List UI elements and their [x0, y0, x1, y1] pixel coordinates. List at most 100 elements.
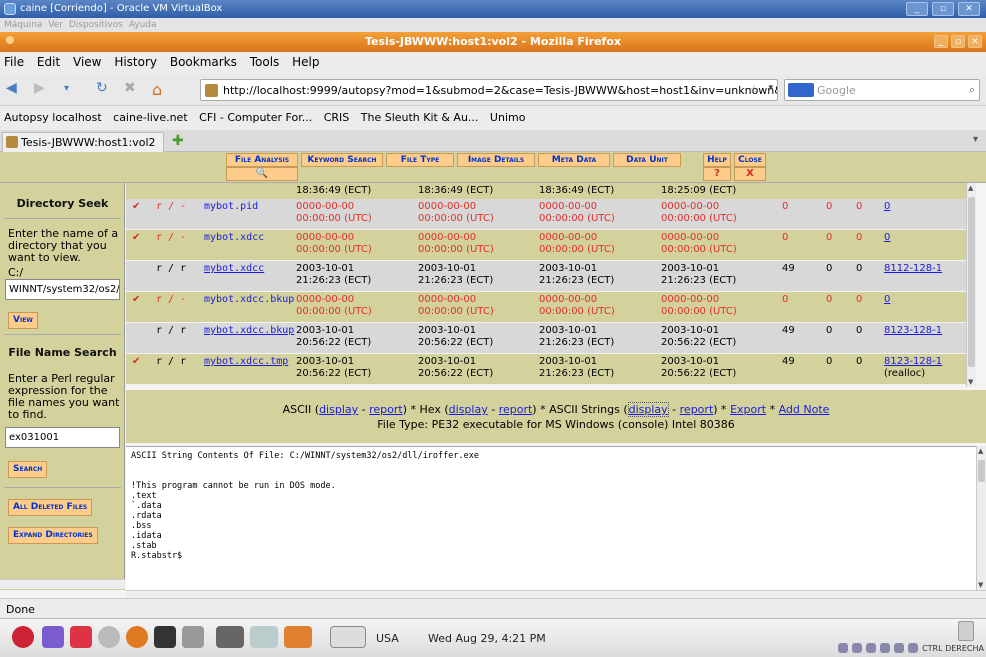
menu-view[interactable]: View — [73, 55, 101, 69]
view-button[interactable]: View — [8, 312, 38, 329]
scroll-down-icon[interactable]: ▼ — [978, 581, 983, 589]
workspace-switcher[interactable] — [330, 626, 366, 648]
table-row[interactable]: r / r mybot.xdcc 2003-10-01 21:26:23 (ECT) 2… — [126, 261, 976, 291]
table-row[interactable]: ✔ r / - mybot.pid 0000-00-00 00:00:00 (UTC) 0… — [126, 199, 976, 229]
help-icon[interactable]: ? — [703, 167, 731, 181]
export-link[interactable]: Export — [730, 403, 766, 416]
scroll-thumb[interactable] — [968, 197, 975, 367]
row-meta[interactable]: 0 — [884, 232, 890, 244]
ascii-report-link[interactable]: report — [369, 403, 403, 416]
row-name[interactable]: mybot.pid — [204, 201, 258, 213]
maximize-icon[interactable]: ▫ — [932, 2, 954, 16]
launcher-icon[interactable] — [126, 626, 148, 648]
bookmark-star-icon[interactable]: ☆ — [749, 83, 759, 96]
menu-bookmarks[interactable]: Bookmarks — [170, 55, 237, 69]
table-row[interactable]: ✔ r / - mybot.xdcc.bkup 0000-00-00 00:00:00 … — [126, 292, 976, 322]
strings-report-link[interactable]: report — [680, 403, 714, 416]
forward-icon[interactable]: ▶ — [34, 80, 45, 100]
close-icon[interactable]: ✕ — [968, 35, 982, 48]
minimize-icon[interactable]: _ — [934, 35, 948, 48]
tab-list-icon[interactable]: ▾ — [973, 134, 978, 145]
content-scrollbar[interactable]: ▲ ▼ — [976, 446, 986, 590]
trash-icon[interactable] — [958, 621, 974, 641]
add-note-link[interactable]: Add Note — [779, 403, 830, 416]
menu-tools[interactable]: Tools — [250, 55, 280, 69]
row-name[interactable]: mybot.xdcc — [204, 263, 264, 275]
taskbar-window-button[interactable] — [284, 626, 312, 648]
strings-display-link[interactable]: display — [627, 402, 669, 417]
stop-icon[interactable]: ✖ — [124, 80, 136, 100]
menu-help[interactable]: Help — [292, 55, 319, 69]
maximize-icon[interactable]: ▫ — [951, 35, 965, 48]
terminal-icon[interactable] — [154, 626, 176, 648]
data-unit-button[interactable]: Data Unit — [613, 153, 681, 167]
scroll-up-icon[interactable]: ▲ — [978, 447, 983, 455]
close-x-icon[interactable]: X — [734, 167, 766, 181]
launcher-icon[interactable] — [98, 626, 120, 648]
row-name[interactable]: mybot.xdcc.bkup — [204, 325, 294, 337]
keyboard-layout[interactable]: USA — [376, 632, 399, 645]
back-icon[interactable]: ◀ — [6, 80, 17, 100]
search-button[interactable]: Search — [8, 461, 48, 478]
row-meta[interactable]: 8112-128-1 — [884, 263, 942, 275]
menu-history[interactable]: History — [114, 55, 157, 69]
url-dropdown-icon[interactable]: ▾ — [768, 83, 773, 93]
bookmark-cris[interactable]: CRIS — [324, 111, 350, 124]
row-name[interactable]: mybot.xdcc — [204, 232, 264, 244]
history-dropdown-icon[interactable]: ▾ — [64, 83, 69, 103]
bookmark-cfi[interactable]: CFI - Computer For... — [199, 111, 312, 124]
search-engine-icon[interactable] — [788, 83, 814, 97]
hex-report-link[interactable]: report — [499, 403, 533, 416]
expand-directories-button[interactable]: Expand Directories — [8, 527, 98, 544]
directory-input[interactable]: WINNT/system32/os2/dll — [5, 279, 120, 300]
home-icon[interactable]: ⌂ — [152, 80, 162, 100]
table-row[interactable]: 18:36:49 (ECT) 18:36:49 (ECT) 18:36:49 (… — [126, 183, 976, 199]
table-row[interactable]: ✔ r / - mybot.xdcc 0000-00-00 00:00:00 (UTC)… — [126, 230, 976, 260]
row-meta[interactable]: 0 — [884, 294, 890, 306]
close-icon[interactable]: ✕ — [958, 2, 980, 16]
bookmark-caine[interactable]: caine-live.net — [113, 111, 188, 124]
row-meta[interactable]: 8123-128-1 — [884, 325, 942, 337]
new-tab-icon[interactable]: ✚ — [172, 133, 184, 149]
ascii-display-link[interactable]: display — [319, 403, 358, 416]
file-type-button[interactable]: File Type — [386, 153, 454, 167]
reload-icon[interactable]: ↻ — [96, 80, 108, 100]
bookmark-unimo[interactable]: Unimo — [490, 111, 526, 124]
virtualbox-menu[interactable]: Máquina Ver Dispositivos Ayuda — [0, 18, 986, 32]
launcher-icon[interactable] — [70, 626, 92, 648]
sidebar-horizontal-scrollbar[interactable] — [0, 579, 125, 589]
clock[interactable]: Wed Aug 29, 4:21 PM — [428, 632, 546, 645]
help-button[interactable]: Help — [703, 153, 731, 167]
url-bar[interactable]: http://localhost:9999/autopsy?mod=1&subm… — [200, 79, 778, 101]
image-details-button[interactable]: Image Details — [457, 153, 535, 167]
row-meta[interactable]: 0 — [884, 201, 890, 213]
bookmark-autopsy[interactable]: Autopsy localhost — [4, 111, 102, 124]
scroll-thumb[interactable] — [978, 460, 985, 482]
row-meta[interactable]: 8123-128-1 — [884, 356, 942, 368]
all-deleted-files-button[interactable]: All Deleted Files — [8, 499, 93, 516]
menu-edit[interactable]: Edit — [37, 55, 60, 69]
menu-file[interactable]: File — [4, 55, 24, 69]
scroll-up-icon[interactable]: ▲ — [968, 184, 973, 192]
tab-autopsy[interactable]: Tesis-JBWWW:host1:vol2 — [2, 132, 164, 152]
launcher-icon[interactable] — [42, 626, 64, 648]
hex-display-link[interactable]: display — [449, 403, 488, 416]
taskbar-window-button[interactable] — [216, 626, 244, 648]
bookmark-sleuthkit[interactable]: The Sleuth Kit & Au... — [361, 111, 479, 124]
row-name[interactable]: mybot.xdcc.bkup — [204, 294, 294, 306]
launcher-icon[interactable] — [182, 626, 204, 648]
meta-data-button[interactable]: Meta Data — [538, 153, 610, 167]
search-icon[interactable]: ⌕ — [969, 83, 975, 97]
table-row[interactable]: ✔ r / r mybot.xdcc.tmp 2003-10-01 20:56:22 (… — [126, 354, 976, 384]
file-analysis-button[interactable]: File Analysis — [226, 153, 298, 167]
search-box[interactable]: Google ⌕ — [784, 79, 980, 101]
keyword-search-button[interactable]: Keyword Search — [301, 153, 383, 167]
file-name-input[interactable]: ex031001 — [5, 427, 120, 448]
minimize-icon[interactable]: _ — [906, 2, 928, 16]
close-button[interactable]: Close — [734, 153, 766, 167]
file-list-scrollbar[interactable]: ▲ ▼ — [966, 183, 976, 387]
window-menu-icon[interactable] — [6, 36, 14, 44]
start-menu-icon[interactable] — [12, 626, 34, 648]
row-name[interactable]: mybot.xdcc.tmp — [204, 356, 288, 368]
table-row[interactable]: r / r mybot.xdcc.bkup 2003-10-01 20:56:22 (… — [126, 323, 976, 353]
